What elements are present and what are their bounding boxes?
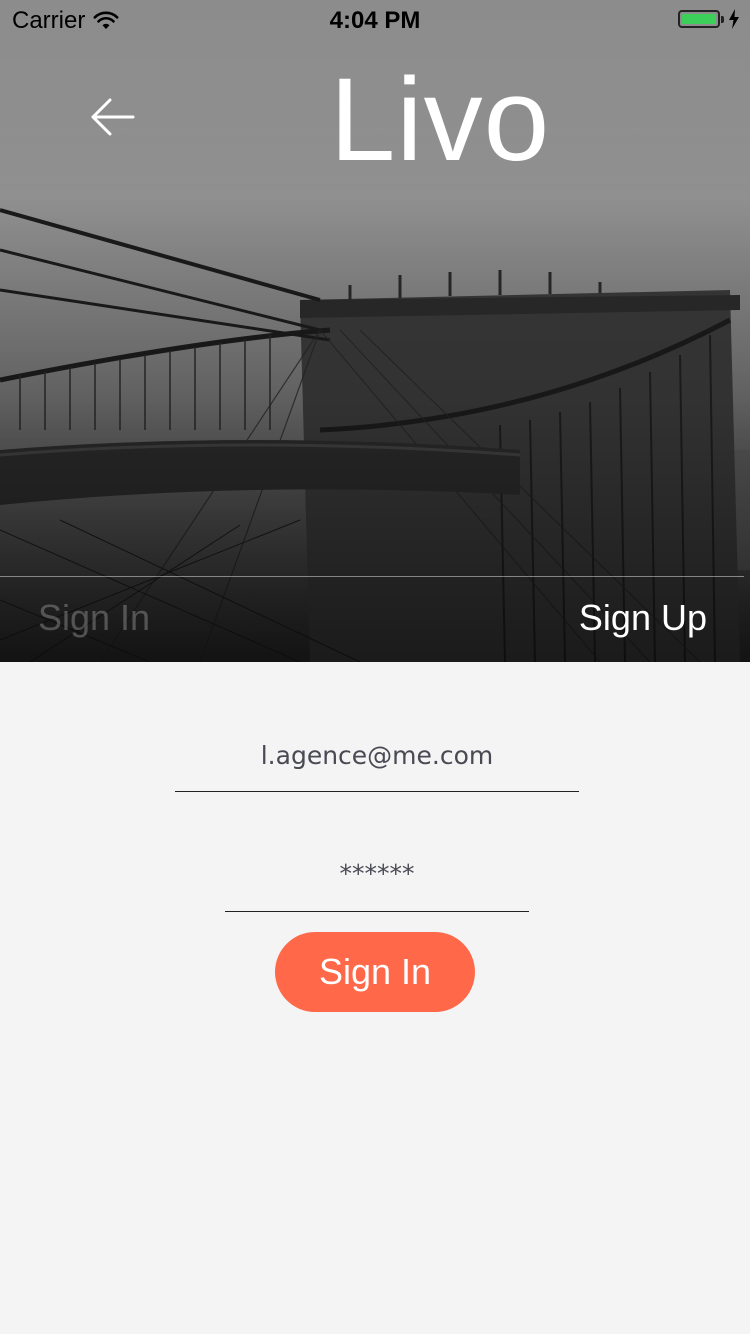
arrow-left-icon — [91, 98, 135, 136]
tab-divider — [0, 576, 744, 577]
signin-screen: Carrier 4:04 PM Livo Sign In Sign Up l.a… — [0, 0, 750, 1334]
status-bar: Carrier 4:04 PM — [0, 0, 750, 40]
battery-tip — [721, 15, 724, 23]
battery-fill — [682, 14, 716, 24]
charging-bolt-icon — [729, 9, 739, 29]
email-field[interactable] — [175, 734, 579, 792]
back-button[interactable] — [88, 92, 138, 142]
signin-form: Sign In — [2, 662, 748, 1334]
app-title: Livo — [329, 54, 551, 186]
tab-sign-in[interactable]: Sign In — [38, 596, 150, 640]
status-time: 4:04 PM — [329, 7, 421, 34]
sign-in-button[interactable]: Sign In — [275, 932, 475, 1012]
battery-indicator — [678, 9, 740, 29]
tab-sign-up[interactable]: Sign Up — [579, 596, 707, 640]
password-field[interactable] — [225, 852, 529, 912]
battery-icon — [678, 10, 720, 28]
